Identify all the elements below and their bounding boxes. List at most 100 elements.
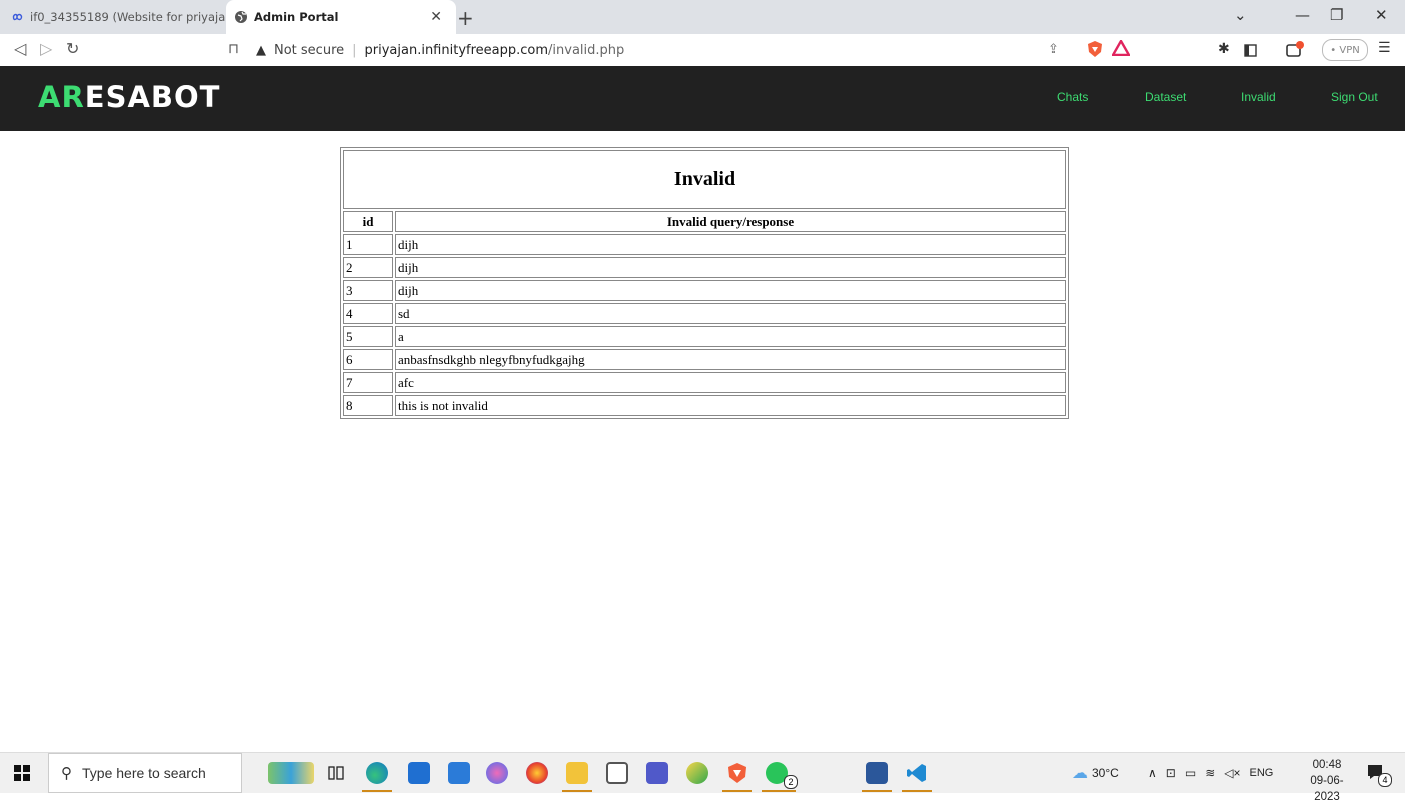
language-indicator[interactable]: ENG	[1250, 767, 1274, 779]
forward-icon[interactable]: ▷	[40, 39, 52, 58]
logo-accent: AR	[38, 80, 85, 114]
column-header-query: Invalid query/response	[395, 211, 1066, 232]
network-device-icon[interactable]: ⊡	[1166, 766, 1176, 780]
table-row: 2 dijh	[343, 257, 1066, 278]
search-highlight-icon[interactable]	[268, 762, 314, 784]
row-id: 3	[343, 280, 393, 301]
browser-toolbar: ◁ ▷ ↻ ⊓ ▲ Not secure | priyajan.infinity…	[0, 34, 1405, 67]
microsoft-store-icon[interactable]	[408, 762, 430, 784]
row-text: afc	[395, 372, 1066, 393]
minimize-icon[interactable]: —	[1295, 6, 1310, 24]
brave-rewards-icon[interactable]	[1110, 38, 1132, 60]
column-header-id: id	[343, 211, 393, 232]
table-row: 6 anbasfnsdkghb nlegyfbnyfudkgajhg	[343, 349, 1066, 370]
tab-search-chevron-icon[interactable]: ⌄	[1234, 6, 1247, 24]
edge-icon[interactable]	[366, 762, 388, 784]
extensions-icon[interactable]: ✱	[1218, 41, 1230, 57]
wallet-icon[interactable]	[1286, 40, 1306, 62]
table-row: 1 dijh	[343, 234, 1066, 255]
copilot-icon[interactable]	[486, 762, 508, 784]
tab-admin-portal[interactable]: Admin Portal ✕	[226, 0, 456, 34]
browser-tab-strip: if0_34355189 (Website for priyajan.infi …	[0, 0, 1405, 34]
word-icon[interactable]	[866, 762, 888, 784]
row-text: dijh	[395, 280, 1066, 301]
window-close-icon[interactable]: ✕	[1375, 6, 1388, 24]
row-text: a	[395, 326, 1066, 347]
nav-chats[interactable]: Chats	[1057, 90, 1088, 104]
table-row: 5a	[343, 326, 1066, 347]
weather-widget[interactable]: ☁ 30°C	[1072, 753, 1119, 793]
whatsapp-badge: 2	[784, 775, 798, 789]
notification-count-badge: 4	[1378, 773, 1392, 787]
task-view-icon[interactable]	[328, 765, 344, 781]
nav-sign-out[interactable]: Sign Out	[1331, 90, 1378, 104]
windows-start-icon[interactable]	[14, 765, 30, 785]
row-id: 7	[343, 372, 393, 393]
row-text: anbasfnsdkghb nlegyfbnyfudkgajhg	[395, 349, 1066, 370]
warning-icon: ▲	[256, 42, 266, 58]
url-path: /invalid.php	[548, 42, 625, 58]
windows-taskbar: ⚲ Type here to search 2 ☁ 30°C ∧ ⊡ ▭ ≋ ◁…	[0, 752, 1405, 803]
row-text: this is not invalid	[395, 395, 1066, 416]
url-host: priyajan.infinityfreeapp.com	[364, 42, 549, 58]
file-explorer-icon[interactable]	[566, 762, 588, 784]
screen-snip-icon[interactable]	[606, 762, 628, 784]
battery-icon[interactable]: ▭	[1185, 766, 1196, 780]
close-tab-icon[interactable]: ✕	[430, 9, 442, 25]
row-id: 5	[343, 326, 393, 347]
table-row: 3 dijh	[343, 280, 1066, 301]
menu-icon[interactable]: ☰	[1378, 40, 1391, 56]
vscode-icon[interactable]	[906, 762, 928, 784]
bookmark-icon[interactable]: ⊓	[228, 41, 239, 57]
security-label: Not secure	[274, 42, 345, 58]
main-content: Invalid id Invalid query/response 1 dijh …	[340, 147, 1069, 419]
wifi-icon[interactable]: ≋	[1205, 766, 1215, 780]
row-text: dijh	[395, 234, 1066, 255]
row-text: dijh	[395, 257, 1066, 278]
table-row: 8 this is not invalid	[343, 395, 1066, 416]
maximize-icon[interactable]: ❐	[1330, 6, 1343, 24]
maps-app-icon[interactable]	[686, 762, 708, 784]
site-logo[interactable]: ARESABOT	[38, 80, 220, 114]
tab-infinityfree[interactable]: if0_34355189 (Website for priyajan.infi	[0, 0, 235, 34]
back-icon[interactable]: ◁	[14, 39, 26, 58]
nav-dataset[interactable]: Dataset	[1145, 90, 1186, 104]
row-id: 6	[343, 349, 393, 370]
infinity-icon	[10, 10, 24, 24]
globe-icon	[234, 10, 248, 24]
site-header: ARESABOT Chats Dataset Invalid Sign Out	[0, 66, 1405, 131]
chevron-up-icon[interactable]: ∧	[1148, 766, 1157, 780]
system-tray: ∧ ⊡ ▭ ≋ ◁× ENG	[1148, 753, 1273, 793]
cloud-icon: ☁	[1072, 765, 1088, 782]
teams-icon[interactable]	[646, 762, 668, 784]
logo-rest: ESABOT	[84, 80, 221, 114]
weather-temp: 30°C	[1092, 766, 1119, 780]
address-bar[interactable]: ▲ Not secure | priyajan.infinityfreeapp.…	[256, 37, 1136, 63]
row-id: 8	[343, 395, 393, 416]
clock-date: 09-06-2023	[1310, 775, 1344, 803]
brave-shield-icon[interactable]	[1086, 40, 1104, 62]
tab-title: if0_34355189 (Website for priyajan.infi	[30, 10, 235, 24]
taskbar-search-box[interactable]: ⚲ Type here to search	[48, 753, 242, 793]
clock[interactable]: 00:48 09-06-2023	[1298, 757, 1356, 805]
address-separator: |	[352, 42, 357, 58]
mail-icon[interactable]	[448, 762, 470, 784]
row-id: 1	[343, 234, 393, 255]
share-icon[interactable]: ⇪	[1048, 42, 1059, 57]
table-title: Invalid	[343, 150, 1066, 209]
speaker-muted-icon[interactable]: ◁×	[1224, 766, 1240, 780]
firefox-icon[interactable]	[526, 762, 548, 784]
vpn-button[interactable]: • VPN	[1322, 39, 1368, 61]
table-row: 4 sd	[343, 303, 1066, 324]
tab-title: Admin Portal	[254, 10, 339, 24]
sidebar-icon[interactable]	[1244, 42, 1257, 61]
invalid-table: Invalid id Invalid query/response 1 dijh …	[340, 147, 1069, 419]
nav-invalid[interactable]: Invalid	[1241, 90, 1276, 104]
reload-icon[interactable]: ↻	[66, 39, 79, 58]
brave-browser-icon[interactable]	[726, 762, 748, 784]
search-icon: ⚲	[61, 765, 72, 782]
row-id: 2	[343, 257, 393, 278]
table-row: 7 afc	[343, 372, 1066, 393]
clock-time: 00:48	[1312, 759, 1342, 771]
new-tab-icon[interactable]: +	[457, 6, 474, 30]
